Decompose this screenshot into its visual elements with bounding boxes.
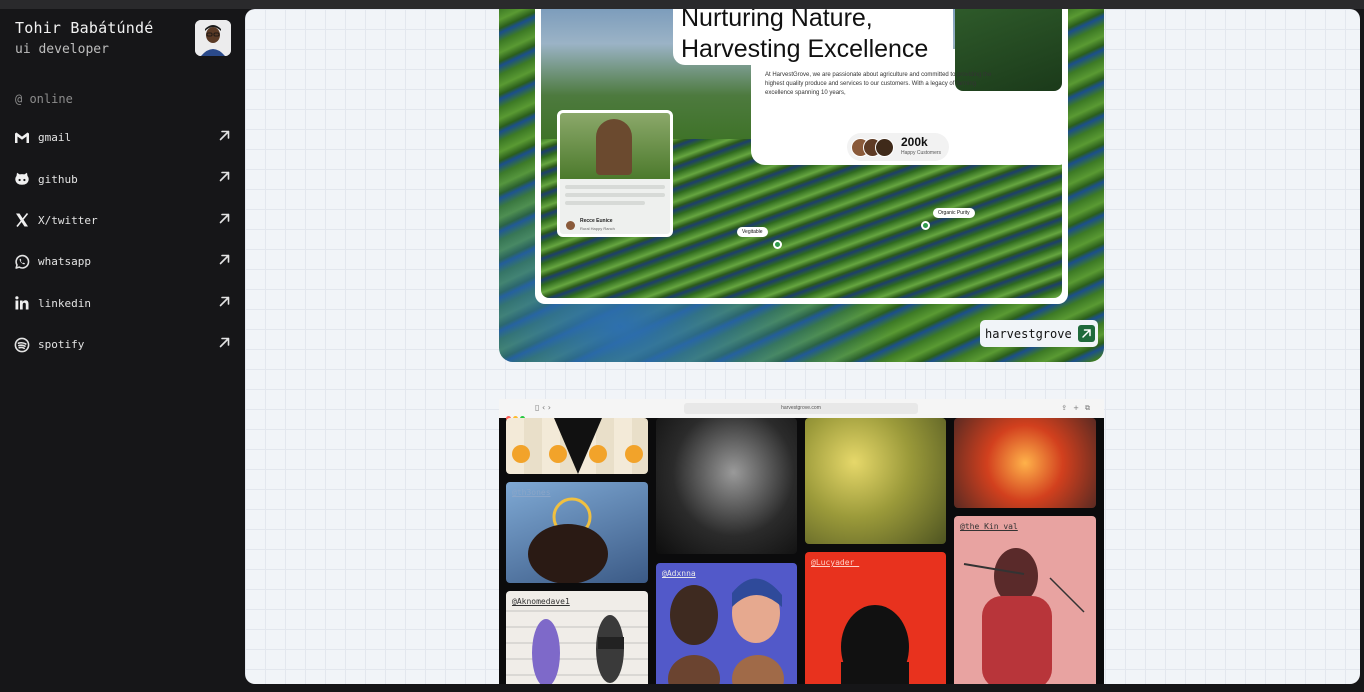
artist-handle[interactable]: @Adxnna bbox=[662, 569, 696, 578]
preview-description: At HarvestGrove, we are passionate about… bbox=[765, 72, 992, 96]
artwork-tile bbox=[954, 418, 1096, 508]
arrow-up-right-icon bbox=[219, 254, 230, 265]
artist-handle[interactable]: @Lucyader_ bbox=[811, 558, 859, 567]
profile-name: Tohir Babátúndé bbox=[15, 19, 154, 37]
x-icon bbox=[14, 212, 30, 228]
gmail-icon bbox=[14, 130, 30, 146]
link-label: gmail bbox=[38, 131, 72, 145]
arrow-up-right-icon bbox=[219, 296, 230, 306]
artist-handle[interactable]: @Aknomedave1 bbox=[512, 597, 570, 606]
artwork-faces bbox=[668, 578, 784, 684]
preview-testimonial-card: Recce Eunice Rural Happy Ranch bbox=[557, 110, 673, 237]
arrow-up-right-icon bbox=[219, 337, 230, 348]
project-card-gallery[interactable]: ▯ ‹ › harvestgrove.com ⇪+⧉ @th3ones @Akn… bbox=[499, 399, 1104, 684]
preview-stat-label: Happy Customers bbox=[901, 150, 942, 156]
spotify-icon bbox=[14, 337, 30, 353]
link-label: X/twitter bbox=[38, 213, 98, 227]
artwork-tile bbox=[506, 418, 648, 474]
preview-title-line: Nurturing Nature, bbox=[681, 9, 873, 32]
artwork-tile bbox=[656, 418, 797, 554]
artwork-figure bbox=[963, 548, 1085, 684]
arrow-up-right-icon bbox=[1077, 325, 1095, 342]
link-github[interactable]: github bbox=[0, 158, 245, 199]
arrow-up-right-icon bbox=[219, 213, 230, 224]
preview-hero-title: Nurturing Nature, Harvesting Excellence bbox=[681, 9, 928, 65]
project-card-harvestgrove[interactable]: Nurturing Nature, Harvesting Excellence … bbox=[499, 9, 1104, 362]
project-name: harvestgrove bbox=[985, 326, 1072, 341]
profile-role: ui developer bbox=[15, 42, 109, 57]
artwork-figures bbox=[528, 497, 608, 583]
testimonial-photo bbox=[560, 113, 670, 179]
browser-action-icons: ⇪+⧉ bbox=[1061, 404, 1096, 412]
testimonial-avatar bbox=[566, 221, 575, 230]
artwork-tile: @Adxnna bbox=[656, 563, 797, 684]
link-gmail[interactable]: gmail bbox=[0, 117, 245, 158]
link-label: github bbox=[38, 172, 78, 186]
preview-tag-marker bbox=[921, 221, 930, 230]
projects-panel[interactable]: Nurturing Nature, Harvesting Excellence … bbox=[245, 9, 1360, 684]
link-linkedin[interactable]: linkedin bbox=[0, 283, 245, 324]
preview-customer-avatars bbox=[851, 138, 897, 157]
social-links: gmail github X/twitter whatsapp linkedin… bbox=[0, 117, 245, 365]
testimonial-name: Recce Eunice bbox=[580, 218, 613, 224]
project-preview-screenshot: Nurturing Nature, Harvesting Excellence … bbox=[535, 9, 1068, 304]
linkedin-icon bbox=[14, 295, 30, 311]
online-status: @ online bbox=[15, 92, 73, 106]
avatar bbox=[195, 20, 231, 56]
artwork-tile: @Aknomedave1 bbox=[506, 591, 648, 684]
link-label: spotify bbox=[38, 338, 85, 352]
preview-title-line: Harvesting Excellence bbox=[681, 35, 929, 63]
artwork-tile: @the_Kin_val bbox=[954, 516, 1096, 684]
artwork-tile: @Lucyader_ bbox=[805, 552, 946, 684]
preview-tag-marker bbox=[773, 240, 782, 249]
arrow-up-right-icon bbox=[219, 172, 230, 182]
artwork-tile: @th3ones bbox=[506, 482, 648, 583]
window-top-bar bbox=[0, 0, 1364, 9]
preview-tag: Vegitable bbox=[737, 227, 768, 237]
link-x-twitter[interactable]: X/twitter bbox=[0, 200, 245, 241]
artwork-tile bbox=[805, 418, 946, 544]
sidebar: Tohir Babátúndé ui developer @ online gm… bbox=[0, 9, 245, 692]
address-bar: harvestgrove.com bbox=[684, 403, 918, 414]
preview-stat-value: 200k bbox=[901, 135, 928, 149]
github-icon bbox=[14, 171, 30, 187]
project-link-button[interactable]: harvestgrove bbox=[980, 320, 1098, 347]
artwork-pattern bbox=[512, 418, 643, 474]
browser-nav-icons: ▯ ‹ › bbox=[535, 403, 551, 412]
artist-handle[interactable]: @the_Kin_val bbox=[960, 522, 1018, 531]
link-whatsapp[interactable]: whatsapp bbox=[0, 241, 245, 282]
arrow-up-right-icon bbox=[219, 130, 230, 141]
link-label: linkedin bbox=[38, 296, 91, 310]
link-spotify[interactable]: spotify bbox=[0, 324, 245, 365]
testimonial-role: Rural Happy Ranch bbox=[580, 226, 615, 231]
testimonial-photo-figure bbox=[596, 119, 632, 175]
testimonial-text-lines bbox=[565, 185, 665, 209]
whatsapp-icon bbox=[14, 254, 30, 270]
artist-handle[interactable]: @th3ones bbox=[512, 488, 551, 497]
artwork-silhouette bbox=[841, 605, 909, 684]
preview-tag: Organic Purity bbox=[933, 208, 975, 218]
browser-toolbar: ▯ ‹ › harvestgrove.com ⇪+⧉ bbox=[499, 399, 1104, 421]
link-label: whatsapp bbox=[38, 255, 91, 269]
